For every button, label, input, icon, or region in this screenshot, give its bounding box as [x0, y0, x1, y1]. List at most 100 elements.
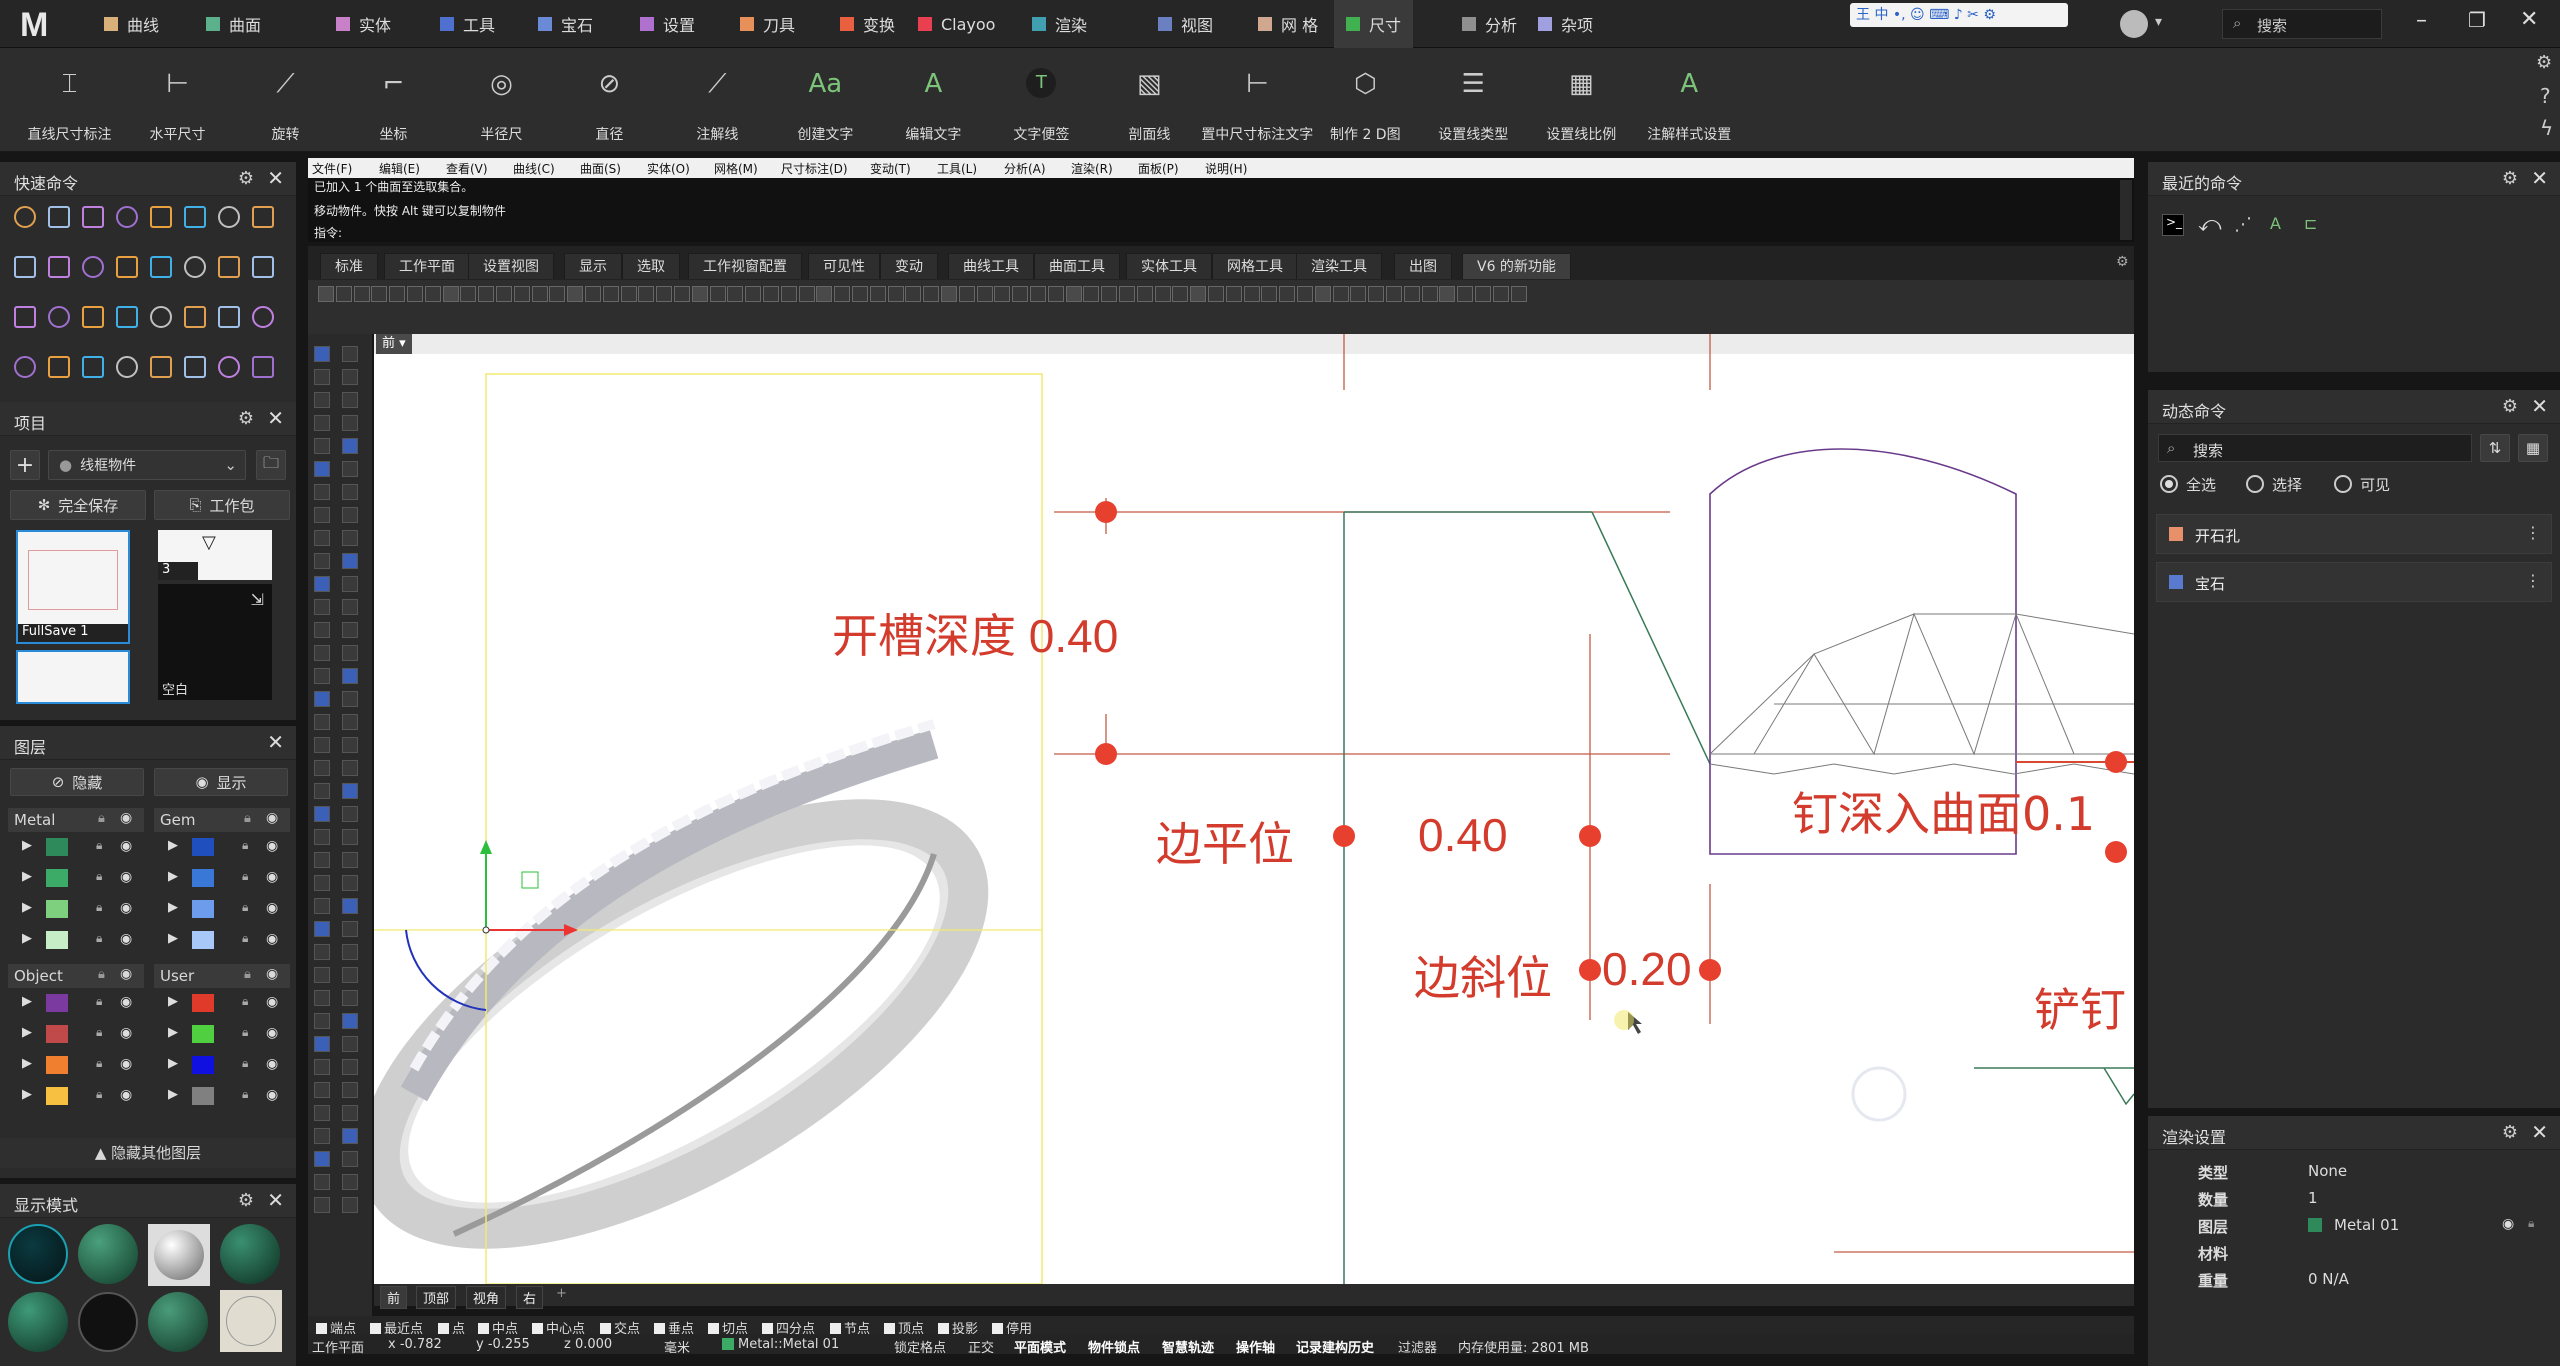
- toolbar-icon[interactable]: [478, 286, 495, 302]
- viewport-tab-0[interactable]: 前: [380, 1286, 408, 1309]
- close-icon[interactable]: ✕: [267, 166, 284, 190]
- side-tool-icon[interactable]: [314, 714, 330, 730]
- eye-icon[interactable]: ◉: [266, 994, 278, 1010]
- quick-command-icon[interactable]: [116, 256, 138, 278]
- toolbar-tab-4[interactable]: 选取: [622, 253, 680, 279]
- quick-command-icon[interactable]: [14, 256, 36, 278]
- side-tool-icon[interactable]: [342, 645, 358, 661]
- side-tool-icon[interactable]: [342, 530, 358, 546]
- quick-command-icon[interactable]: [116, 206, 138, 228]
- ime-toolbar[interactable]: 王 中 •, ☺ ⌨ ♪ ✂ ⚙: [1850, 3, 2068, 27]
- eye-icon[interactable]: ◉: [120, 869, 132, 885]
- side-tool-icon[interactable]: [314, 668, 330, 684]
- menu-tab-11[interactable]: 网 格: [1258, 12, 1318, 36]
- toolbar-icon[interactable]: [1101, 286, 1118, 302]
- eye-icon[interactable]: ◉: [120, 931, 132, 947]
- eye-icon[interactable]: ◉: [266, 1025, 278, 1041]
- gumball-center[interactable]: [482, 926, 490, 934]
- checkbox-icon[interactable]: [762, 1323, 773, 1334]
- toolbar-icon[interactable]: [513, 286, 530, 302]
- close-icon[interactable]: ✕: [2531, 1120, 2548, 1144]
- eye-icon[interactable]: ◉: [266, 1056, 278, 1072]
- display-sphere-technical[interactable]: [78, 1292, 138, 1352]
- side-tool-icon[interactable]: [342, 944, 358, 960]
- hide-layers-button[interactable]: ⊘ 隐藏: [10, 768, 144, 796]
- control-point[interactable]: [2105, 751, 2127, 773]
- quick-command-icon[interactable]: [48, 256, 70, 278]
- toolbar-icon[interactable]: [923, 286, 940, 302]
- quick-command-icon[interactable]: [184, 356, 206, 378]
- toolbar-tab-3[interactable]: 显示: [564, 253, 622, 279]
- dynamic-search-input[interactable]: ⌕ 搜索: [2158, 434, 2472, 462]
- side-tool-icon[interactable]: [342, 599, 358, 615]
- toolbar-icon[interactable]: [531, 286, 548, 302]
- undo-icon[interactable]: ⤺: [2198, 212, 2222, 237]
- expand-arrow-icon[interactable]: ▶: [168, 1087, 178, 1102]
- sort-button[interactable]: ⇅: [2480, 434, 2510, 462]
- side-tool-icon[interactable]: [342, 1082, 358, 1098]
- toolbar-tab-11[interactable]: 网格工具: [1212, 253, 1298, 279]
- quick-command-icon[interactable]: [184, 256, 206, 278]
- toolbar-icon[interactable]: [1279, 286, 1296, 302]
- toolbar-icon[interactable]: [442, 286, 459, 302]
- side-tool-icon[interactable]: [342, 392, 358, 408]
- toolbar-icon[interactable]: [318, 286, 334, 302]
- ribbon-button-11[interactable]: ⊢ 置中尺寸标注文字: [1200, 48, 1315, 152]
- checkbox-icon[interactable]: [370, 1323, 381, 1334]
- toolbar-icon[interactable]: [1261, 286, 1278, 302]
- toolbar-icon[interactable]: [1208, 286, 1224, 302]
- lock-icon[interactable]: 🔒︎: [96, 1025, 102, 1040]
- gear-icon[interactable]: ⚙: [238, 1190, 254, 1211]
- toolbar-icon[interactable]: [1475, 286, 1491, 302]
- dynamic-command-item[interactable]: 宝石 ⋮: [2156, 562, 2552, 602]
- control-point[interactable]: [1699, 959, 1721, 981]
- layer-color-swatch[interactable]: [192, 869, 214, 887]
- rhino-menu-item[interactable]: 网格(M): [714, 160, 758, 177]
- toolbar-icon[interactable]: [602, 286, 619, 302]
- side-tool-icon[interactable]: [342, 484, 358, 500]
- layer-color-swatch[interactable]: [192, 1087, 214, 1105]
- lock-icon[interactable]: 🔒︎: [96, 869, 102, 884]
- quick-command-icon[interactable]: [14, 206, 36, 228]
- lock-icon[interactable]: 🔒︎: [242, 869, 248, 884]
- layer-color-swatch[interactable]: [46, 1087, 68, 1105]
- side-tool-icon[interactable]: [342, 967, 358, 983]
- expand-arrow-icon[interactable]: ▶: [168, 1056, 178, 1071]
- more-icon[interactable]: ⋮: [2525, 571, 2541, 590]
- side-tool-icon[interactable]: [314, 1128, 330, 1144]
- ribbon-button-7[interactable]: Aa 创建文字: [768, 48, 883, 152]
- ribbon-button-15[interactable]: A 注解样式设置: [1632, 48, 1747, 152]
- rhino-menu-item[interactable]: 尺寸标注(D): [781, 160, 848, 177]
- ribbon-button-3[interactable]: ⌐ 坐标: [336, 48, 451, 152]
- side-tool-icon[interactable]: [342, 576, 358, 592]
- rhino-menu-item[interactable]: 面板(P): [1138, 160, 1179, 177]
- control-point[interactable]: [2105, 841, 2127, 863]
- eye-icon[interactable]: ◉: [266, 838, 278, 854]
- side-tool-icon[interactable]: [342, 921, 358, 937]
- quick-command-icon[interactable]: [82, 356, 104, 378]
- expand-arrow-icon[interactable]: ▶: [168, 869, 178, 884]
- toolbar-icon[interactable]: [1350, 286, 1367, 302]
- lock-icon[interactable]: 🔒︎: [96, 931, 102, 946]
- rhino-menu-item[interactable]: 渲染(R): [1071, 160, 1113, 177]
- toolbar-icon[interactable]: [1083, 286, 1100, 302]
- side-tool-icon[interactable]: [314, 1036, 330, 1052]
- edit-text-icon[interactable]: A: [2270, 214, 2281, 233]
- side-tool-icon[interactable]: [314, 645, 330, 661]
- toolbar-icon[interactable]: [1492, 286, 1509, 302]
- toolbar-icon[interactable]: [638, 286, 655, 302]
- rhino-menu-item[interactable]: 文件(F): [312, 160, 352, 177]
- toolbar-icon[interactable]: [1065, 286, 1082, 302]
- toolbar-icon[interactable]: [1457, 286, 1474, 302]
- command-input[interactable]: [348, 224, 2118, 240]
- menu-tab-1[interactable]: 曲面: [206, 12, 261, 36]
- toolbar-tab-12[interactable]: 渲染工具: [1296, 253, 1382, 279]
- side-tool-icon[interactable]: [314, 438, 330, 454]
- eye-icon[interactable]: ◉: [120, 900, 132, 916]
- side-tool-icon[interactable]: [314, 415, 330, 431]
- calculator-button[interactable]: ▦: [2518, 434, 2548, 462]
- layer-color-swatch[interactable]: [46, 900, 68, 918]
- import-icon[interactable]: ⇲: [251, 590, 264, 609]
- eye-icon[interactable]: ◉: [120, 966, 132, 982]
- help-icon[interactable]: ?: [2540, 84, 2551, 108]
